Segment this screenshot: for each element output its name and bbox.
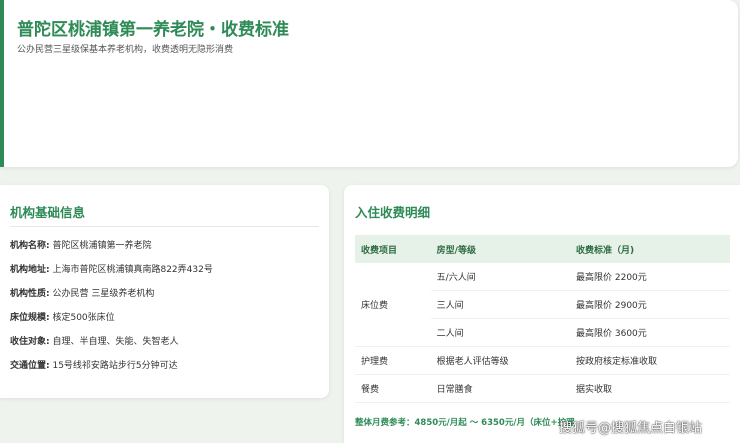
info-label: 收住对象:: [10, 337, 50, 347]
info-label: 机构名称:: [10, 241, 50, 251]
info-value: 公办民营 三星级养老机构: [52, 289, 155, 299]
info-row-address: 机构地址: 上海市普陀区桃浦镇真南路822弄432号: [10, 262, 213, 275]
type-cell: 三人间: [430, 290, 571, 319]
price-cell: 最高限价 2200元: [570, 263, 730, 291]
fee-table: 收费项目 房型/等级 收费标准（月) 床位费 五/六人间 最高限价 2200元 …: [355, 235, 730, 403]
info-divider: [10, 226, 319, 227]
category-cell: 护理费: [355, 346, 431, 375]
fee-section-title: 入住收费明细: [355, 205, 431, 220]
info-value: 上海市普陀区桃浦镇真南路822弄432号: [52, 265, 213, 275]
type-cell: 二人间: [430, 318, 571, 347]
fee-summary: 整体月费参考：4850元/月起 ～ 6350元/月（床位+护理: [355, 418, 575, 428]
table-row: 护理费 根据老人评估等级 按政府核定标准收取: [355, 346, 730, 375]
info-section-title: 机构基础信息: [10, 205, 86, 220]
column-header-type: 房型/等级: [430, 235, 571, 263]
info-row-residents: 收住对象: 自理、半自理、失能、失智老人: [10, 334, 179, 347]
header-card: 普陀区桃浦镇第一养老院・收费标准 公办民营三星级保基本养老机构，收费透明无隐形消…: [0, 0, 738, 167]
info-value: 自理、半自理、失能、失智老人: [52, 337, 179, 347]
column-header-price: 收费标准（月): [570, 235, 730, 263]
table-row: 餐费 日常膳食 据实收取: [355, 374, 730, 403]
info-row-transport: 交通位置: 15号线祁安路站步行5分钟可达: [10, 358, 178, 371]
info-label: 机构地址:: [10, 265, 50, 275]
type-cell: 日常膳食: [430, 374, 571, 403]
info-value: 15号线祁安路站步行5分钟可达: [52, 361, 178, 371]
price-cell: 按政府核定标准收取: [570, 346, 730, 375]
category-cell: 餐费: [355, 374, 431, 403]
info-label: 交通位置:: [10, 361, 50, 371]
price-cell: 据实收取: [570, 374, 730, 403]
institution-info-card: 机构基础信息 机构名称: 普陀区桃浦镇第一养老院 机构地址: 上海市普陀区桃浦镇…: [0, 185, 329, 398]
page-subtitle: 公办民营三星级保基本养老机构，收费透明无隐形消费: [17, 45, 234, 55]
category-cell: 床位费: [355, 263, 431, 347]
info-label: 床位规模:: [10, 313, 50, 323]
fee-table-header: 收费项目 房型/等级 收费标准（月): [355, 235, 730, 263]
type-cell: 五/六人间: [430, 263, 571, 291]
fee-details-card: 入住收费明细 收费项目 房型/等级 收费标准（月) 床位费 五/六人间 最高限价…: [344, 185, 740, 443]
info-value: 普陀区桃浦镇第一养老院: [52, 241, 152, 251]
info-value: 核定500张床位: [52, 313, 115, 323]
column-header-item: 收费项目: [355, 235, 431, 263]
watermark: 搜狐号@搜狐焦点白银站: [559, 421, 703, 436]
table-row: 床位费 五/六人间 最高限价 2200元: [355, 263, 730, 347]
type-cell: 根据老人评估等级: [430, 346, 571, 375]
info-row-name: 机构名称: 普陀区桃浦镇第一养老院: [10, 238, 152, 251]
info-row-beds: 床位规模: 核定500张床位: [10, 310, 115, 323]
price-cell: 最高限价 3600元: [570, 318, 730, 347]
price-cell: 最高限价 2900元: [570, 290, 730, 319]
page-title: 普陀区桃浦镇第一养老院・收费标准: [17, 20, 289, 40]
info-label: 机构性质:: [10, 289, 50, 299]
info-row-nature: 机构性质: 公办民营 三星级养老机构: [10, 286, 154, 299]
